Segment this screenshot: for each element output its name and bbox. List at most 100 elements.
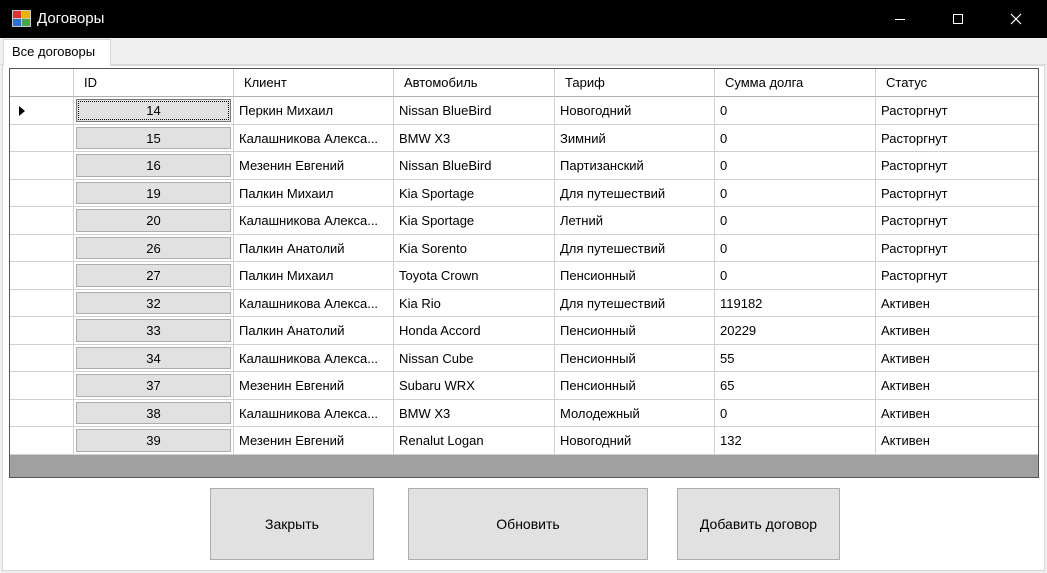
id-button[interactable]: 26 — [76, 236, 231, 259]
cell-client[interactable]: Мезенин Евгений — [234, 372, 394, 400]
id-cell[interactable]: 26 — [74, 234, 234, 262]
cell-tariff[interactable]: Пенсионный — [555, 372, 715, 400]
cell-tariff[interactable]: Пенсионный — [555, 344, 715, 372]
cell-tariff[interactable]: Для путешествий — [555, 289, 715, 317]
cell-tariff[interactable]: Для путешествий — [555, 179, 715, 207]
cell-tariff[interactable]: Пенсионный — [555, 262, 715, 290]
id-cell[interactable]: 32 — [74, 289, 234, 317]
cell-car[interactable]: Toyota Crown — [394, 262, 555, 290]
cell-client[interactable]: Калашникова Алекса... — [234, 399, 394, 427]
cell-car[interactable]: Nissan Cube — [394, 344, 555, 372]
cell-client[interactable]: Калашникова Алекса... — [234, 344, 394, 372]
cell-car[interactable]: Nissan BlueBird — [394, 152, 555, 180]
id-button[interactable]: 32 — [76, 291, 231, 314]
cell-status[interactable]: Активен — [876, 289, 1038, 317]
cell-tariff[interactable]: Для путешествий — [555, 234, 715, 262]
close-button[interactable]: Закрыть — [210, 488, 374, 560]
cell-car[interactable]: Kia Rio — [394, 289, 555, 317]
id-cell[interactable]: 37 — [74, 372, 234, 400]
column-header-car[interactable]: Автомобиль — [394, 69, 555, 97]
cell-debt[interactable]: 119182 — [715, 289, 876, 317]
id-cell[interactable]: 33 — [74, 317, 234, 345]
cell-car[interactable]: Kia Sportage — [394, 179, 555, 207]
add-contract-button[interactable]: Добавить договор — [677, 488, 840, 560]
cell-status[interactable]: Активен — [876, 317, 1038, 345]
row-header[interactable] — [10, 179, 74, 207]
table-row[interactable]: 16 Мезенин Евгений Nissan BlueBird Партизан… — [10, 152, 1038, 180]
cell-car[interactable]: Honda Accord — [394, 317, 555, 345]
column-header-tariff[interactable]: Тариф — [555, 69, 715, 97]
cell-debt[interactable]: 0 — [715, 97, 876, 125]
cell-client[interactable]: Палкин Анатолий — [234, 234, 394, 262]
row-header[interactable] — [10, 234, 74, 262]
cell-client[interactable]: Перкин Михаил — [234, 97, 394, 125]
id-button[interactable]: 38 — [76, 401, 231, 424]
cell-client[interactable]: Палкин Михаил — [234, 179, 394, 207]
cell-debt[interactable]: 132 — [715, 427, 876, 455]
table-row[interactable]: 20 Калашникова Алекса... Kia Sportage Летни… — [10, 207, 1038, 235]
id-cell[interactable]: 14 — [74, 97, 234, 125]
title-bar[interactable]: Договоры — [0, 0, 1047, 38]
table-row[interactable]: 37 Мезенин Евгений Subaru WRX Пенсионный 65 А… — [10, 372, 1038, 400]
cell-car[interactable]: Kia Sportage — [394, 207, 555, 235]
cell-debt[interactable]: 20229 — [715, 317, 876, 345]
cell-debt[interactable]: 0 — [715, 399, 876, 427]
row-header[interactable] — [10, 399, 74, 427]
column-header-debt[interactable]: Сумма долга — [715, 69, 876, 97]
cell-client[interactable]: Калашникова Алекса... — [234, 207, 394, 235]
column-header-id[interactable]: ID — [74, 69, 234, 97]
id-button[interactable]: 39 — [76, 429, 231, 452]
cell-car[interactable]: Subaru WRX — [394, 372, 555, 400]
maximize-button[interactable] — [934, 0, 982, 38]
cell-status[interactable]: Расторгнут — [876, 124, 1038, 152]
cell-tariff[interactable]: Молодежный — [555, 399, 715, 427]
id-cell[interactable]: 15 — [74, 124, 234, 152]
id-button[interactable]: 27 — [76, 264, 231, 287]
row-header[interactable] — [10, 317, 74, 345]
cell-status[interactable]: Активен — [876, 344, 1038, 372]
cell-tariff[interactable]: Пенсионный — [555, 317, 715, 345]
cell-status[interactable]: Расторгнут — [876, 207, 1038, 235]
table-row[interactable]: 15 Калашникова Алекса... BMW X3 Зимний 0 Раст… — [10, 124, 1038, 152]
table-row[interactable]: 33 Палкин Анатолий Honda Accord Пенсионный 2… — [10, 317, 1038, 345]
cell-debt[interactable]: 0 — [715, 234, 876, 262]
contracts-grid[interactable]: ID Клиент Автомобиль Тариф Сумма долга С… — [9, 68, 1039, 478]
id-button[interactable]: 19 — [76, 181, 231, 204]
row-header[interactable] — [10, 289, 74, 317]
refresh-button[interactable]: Обновить — [408, 488, 648, 560]
cell-debt[interactable]: 0 — [715, 262, 876, 290]
id-button[interactable]: 14 — [76, 99, 231, 122]
table-row[interactable]: 27 Палкин Михаил Toyota Crown Пенсионный 0 Ра… — [10, 262, 1038, 290]
cell-status[interactable]: Расторгнут — [876, 152, 1038, 180]
cell-car[interactable]: Kia Sorento — [394, 234, 555, 262]
cell-debt[interactable]: 55 — [715, 344, 876, 372]
minimize-button[interactable] — [876, 0, 924, 38]
cell-client[interactable]: Мезенин Евгений — [234, 152, 394, 180]
row-header[interactable] — [10, 344, 74, 372]
row-header[interactable] — [10, 124, 74, 152]
table-row[interactable]: 38 Калашникова Алекса... BMW X3 Молодежный 0… — [10, 399, 1038, 427]
cell-tariff[interactable]: Новогодний — [555, 427, 715, 455]
column-header-client[interactable]: Клиент — [234, 69, 394, 97]
tab-all-contracts[interactable]: Все договоры — [3, 39, 111, 66]
cell-car[interactable]: Nissan BlueBird — [394, 97, 555, 125]
id-button[interactable]: 20 — [76, 209, 231, 232]
id-button[interactable]: 15 — [76, 126, 231, 149]
id-cell[interactable]: 16 — [74, 152, 234, 180]
cell-status[interactable]: Активен — [876, 427, 1038, 455]
cell-status[interactable]: Активен — [876, 399, 1038, 427]
table-row[interactable]: 32 Калашникова Алекса... Kia Rio Для путеше… — [10, 289, 1038, 317]
cell-status[interactable]: Расторгнут — [876, 179, 1038, 207]
cell-status[interactable]: Расторгнут — [876, 97, 1038, 125]
cell-debt[interactable]: 0 — [715, 207, 876, 235]
column-header-status[interactable]: Статус — [876, 69, 1038, 97]
id-cell[interactable]: 39 — [74, 427, 234, 455]
cell-client[interactable]: Палкин Михаил — [234, 262, 394, 290]
cell-client[interactable]: Калашникова Алекса... — [234, 124, 394, 152]
id-cell[interactable]: 19 — [74, 179, 234, 207]
row-header[interactable] — [10, 427, 74, 455]
cell-debt[interactable]: 0 — [715, 124, 876, 152]
cell-tariff[interactable]: Новогодний — [555, 97, 715, 125]
table-row[interactable]: 14 Перкин Михаил Nissan BlueBird Новогодний… — [10, 97, 1038, 125]
row-header[interactable] — [10, 97, 74, 125]
